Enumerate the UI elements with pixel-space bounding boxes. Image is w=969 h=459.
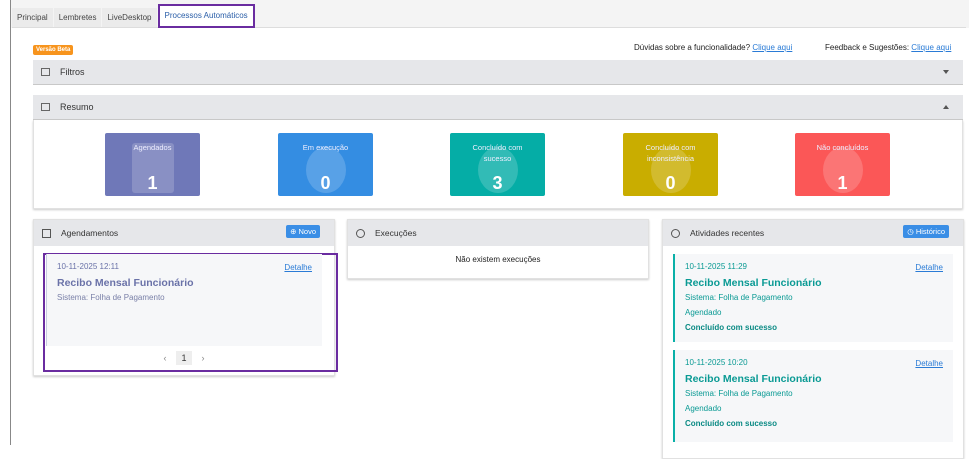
tab-lembretes[interactable]: Lembretes xyxy=(53,8,102,27)
agendamento-item[interactable]: 10-11-2025 12:11 Detalhe Recibo Mensal F… xyxy=(46,254,322,346)
chevron-down-icon[interactable] xyxy=(943,70,949,74)
help-text: Dúvidas sobre a funcionalidade? xyxy=(634,43,751,52)
resumo-label: Resumo xyxy=(60,102,94,112)
panel-title: Execuções xyxy=(375,228,417,238)
item-title: Recibo Mensal Funcionário xyxy=(685,277,822,289)
card-nao-concluidos[interactable]: Não concluídos 1 xyxy=(795,133,890,196)
card-value: 1 xyxy=(147,173,158,193)
atividades-panel: Atividades recentes ◷ Histórico 10-11-202… xyxy=(662,219,964,459)
card-concluido-sucesso[interactable]: Concluído com sucesso 3 xyxy=(450,133,545,196)
card-value: 0 xyxy=(665,173,676,193)
item-status: Concluído com sucesso xyxy=(685,419,778,428)
help-question: Dúvidas sobre a funcionalidade? Clique a… xyxy=(634,43,792,52)
feedback-text: Feedback e Sugestões: xyxy=(825,43,910,52)
calendar-icon xyxy=(41,103,50,111)
activity-item[interactable]: 10-11-2025 11:29 Detalhe Recibo Mensal F… xyxy=(673,254,953,342)
beta-badge: Versão Beta xyxy=(33,45,74,55)
detalhe-link[interactable]: Detalhe xyxy=(915,263,943,272)
historico-button[interactable]: ◷ Histórico xyxy=(903,225,949,238)
card-value: 1 xyxy=(837,173,848,193)
feedback-link[interactable]: Clique aqui xyxy=(911,43,951,52)
card-value: 3 xyxy=(492,173,503,193)
feedback: Feedback e Sugestões: Clique aqui xyxy=(825,43,951,52)
item-type: Agendado xyxy=(685,308,722,317)
card-label: Em execução xyxy=(302,143,349,152)
tab-livedesktop[interactable]: LiveDesktop xyxy=(102,8,157,27)
clock-icon xyxy=(671,228,680,238)
execucoes-panel: Execuções Não existem execuções xyxy=(347,219,649,279)
filtros-bar[interactable]: Filtros xyxy=(33,60,963,85)
item-date: 10-11-2025 11:29 xyxy=(685,262,747,271)
agendamentos-panel: Agendamentos ⊕ Novo 10-11-2025 12:11 Deta… xyxy=(33,219,338,376)
card-label: Concluído com sucesso xyxy=(472,143,523,163)
resumo-bar[interactable]: Resumo xyxy=(33,95,963,120)
calendar-icon xyxy=(42,228,51,238)
play-circle-icon xyxy=(356,228,365,238)
novo-button[interactable]: ⊕ Novo xyxy=(286,225,320,238)
activity-item[interactable]: 10-11-2025 10:20 Detalhe Recibo Mensal F… xyxy=(673,350,953,442)
chevron-up-icon[interactable] xyxy=(943,105,949,109)
card-value: 0 xyxy=(320,173,331,193)
detalhe-link[interactable]: Detalhe xyxy=(284,263,312,272)
card-label: Agendados xyxy=(133,143,172,152)
item-date: 10-11-2025 10:20 xyxy=(685,358,748,367)
card-em-execucao[interactable]: Em execução 0 xyxy=(278,133,373,196)
filter-icon xyxy=(41,68,50,76)
detalhe-link[interactable]: Detalhe xyxy=(915,359,943,368)
panel-title: Atividades recentes xyxy=(690,228,765,238)
item-system: Sistema: Folha de Pagamento xyxy=(57,293,165,302)
item-type: Agendado xyxy=(685,404,722,413)
item-title: Recibo Mensal Funcionário xyxy=(57,277,194,289)
filtros-label: Filtros xyxy=(60,67,85,77)
empty-message: Não existem execuções xyxy=(455,255,541,264)
card-concluido-inconsistencia[interactable]: Concluído com inconsistência 0 xyxy=(623,133,718,196)
item-title: Recibo Mensal Funcionário xyxy=(685,373,822,385)
tab-principal[interactable]: Principal xyxy=(12,8,53,27)
tab-processos-automaticos[interactable]: Processos Automáticos xyxy=(157,4,255,28)
card-label: Não concluídos xyxy=(816,143,869,152)
help-link[interactable]: Clique aqui xyxy=(752,43,792,52)
card-label: Concluído com inconsistência xyxy=(645,143,696,163)
card-agendados[interactable]: Agendados 1 xyxy=(105,133,200,196)
tab-bar: Principal Lembretes LiveDesktop Processo… xyxy=(12,4,966,28)
panel-title: Agendamentos xyxy=(61,228,119,238)
item-date: 10-11-2025 12:11 xyxy=(57,262,119,271)
window-border xyxy=(10,0,11,445)
item-system: Sistema: Folha de Pagamento xyxy=(685,389,793,398)
item-status: Concluído com sucesso xyxy=(685,323,778,332)
item-system: Sistema: Folha de Pagamento xyxy=(685,293,793,302)
